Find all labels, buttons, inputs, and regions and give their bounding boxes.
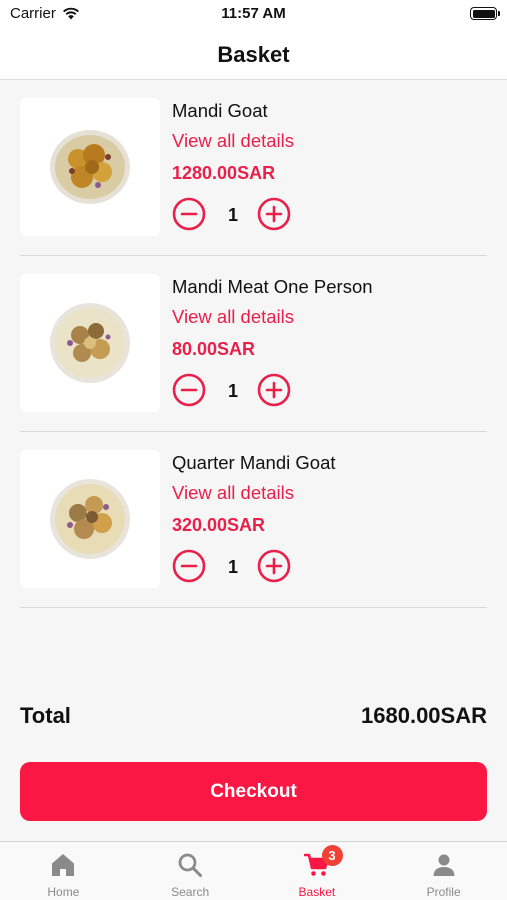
basket-item: Mandi Meat One Person View all details 8… [20, 256, 487, 432]
food-image [50, 479, 130, 559]
total-value: 1680.00SAR [361, 703, 487, 728]
checkout-button[interactable]: Checkout [20, 762, 487, 821]
item-name: Mandi Goat [172, 100, 268, 121]
tab-label: Search [171, 885, 210, 899]
item-name: Mandi Meat One Person [172, 276, 373, 297]
quantity-value: 1 [227, 381, 238, 401]
food-image [50, 130, 130, 204]
total-row: Total 1680.00SAR [20, 703, 487, 729]
tab-label: Basket [298, 885, 336, 899]
decrease-quantity-button[interactable] [172, 549, 206, 583]
tab-basket[interactable]: 3 Basket [254, 842, 381, 900]
battery-icon [470, 7, 500, 20]
tab-profile[interactable]: Profile [380, 842, 507, 900]
search-icon [178, 853, 203, 877]
decrease-quantity-button[interactable] [172, 373, 206, 407]
person-icon [433, 854, 455, 876]
status-time: 11:57 AM [221, 5, 286, 22]
view-details-link[interactable]: View all details [172, 306, 294, 328]
basket-item: Quarter Mandi Goat View all details 320.… [20, 432, 487, 608]
increase-quantity-button[interactable] [257, 549, 291, 583]
tab-label: Profile [426, 885, 461, 899]
food-thumbnail[interactable] [20, 274, 160, 412]
item-price: 80.00SAR [172, 339, 256, 359]
tab-label: Home [47, 885, 80, 899]
cart-count-badge: 3 [321, 845, 343, 866]
total-label: Total [20, 703, 71, 728]
food-thumbnail[interactable] [20, 98, 160, 236]
food-image [50, 303, 130, 383]
increase-quantity-button[interactable] [257, 197, 291, 231]
quantity-value: 1 [227, 557, 238, 577]
tab-search[interactable]: Search [127, 842, 254, 900]
item-name: Quarter Mandi Goat [172, 452, 336, 473]
item-price: 320.00SAR [172, 515, 266, 535]
increase-quantity-button[interactable] [257, 373, 291, 407]
home-icon [52, 854, 75, 876]
basket-item: Mandi Goat View all details 1280.00SAR 1 [20, 80, 487, 256]
page-title: Basket [217, 41, 290, 67]
decrease-quantity-button[interactable] [172, 197, 206, 231]
item-price: 1280.00SAR [172, 163, 276, 183]
nav-header: Basket [0, 30, 507, 80]
quantity-value: 1 [227, 205, 238, 225]
tab-home[interactable]: Home [0, 842, 127, 900]
status-bar: Carrier 11:57 AM [0, 0, 507, 30]
view-details-link[interactable]: View all details [172, 482, 294, 504]
food-thumbnail[interactable] [20, 450, 160, 588]
tab-bar: Home Search 3 Basket Profile [0, 841, 507, 900]
view-details-link[interactable]: View all details [172, 130, 294, 152]
